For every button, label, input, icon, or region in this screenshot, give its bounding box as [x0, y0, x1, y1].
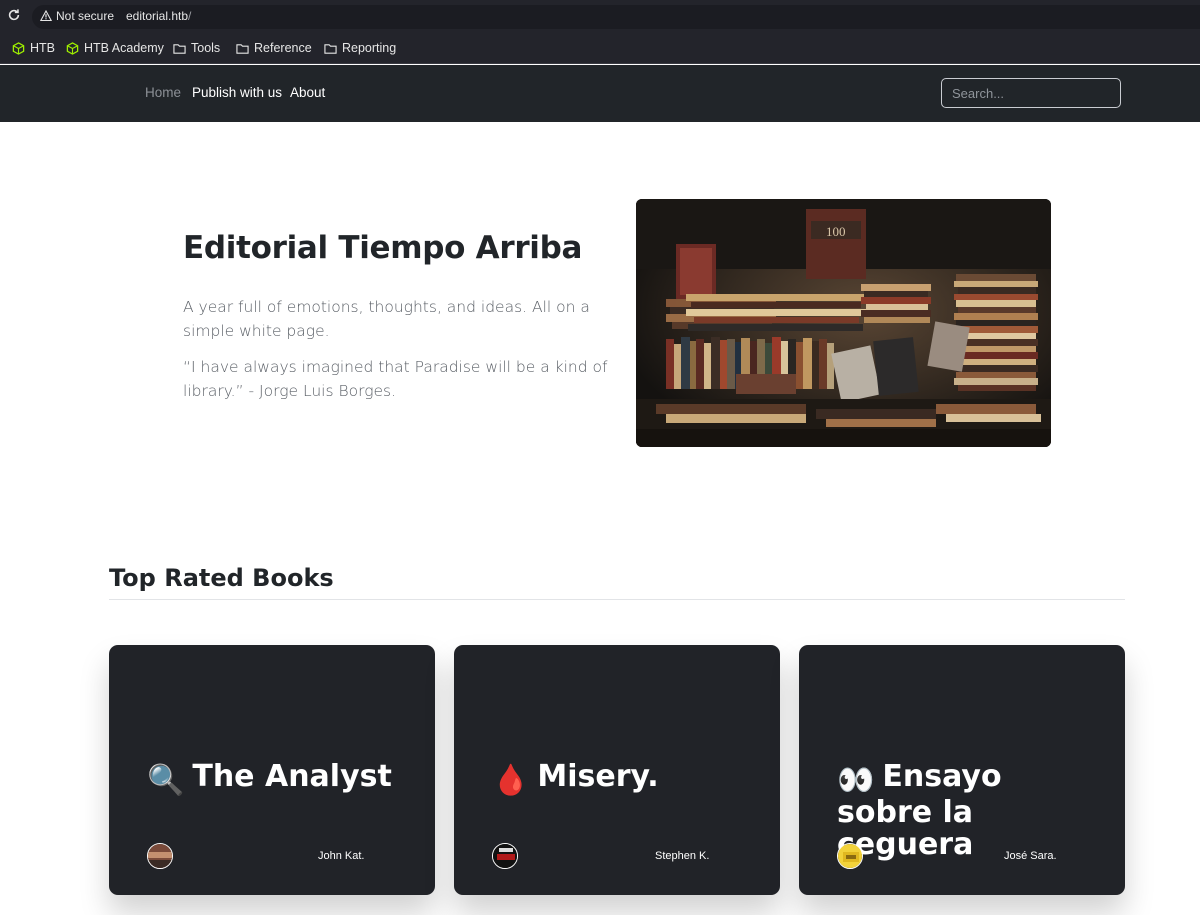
bookmark-htb-academy[interactable]: HTB Academy [66, 40, 164, 56]
security-indicator[interactable]: Not secure [40, 8, 114, 24]
bookmark-tools[interactable]: Tools [173, 40, 220, 56]
section-title: Top Rated Books [109, 564, 334, 592]
nav-link-home[interactable]: Home [145, 85, 181, 101]
avatar [147, 843, 173, 869]
bookmark-reference[interactable]: Reference [236, 40, 312, 56]
book-card-ensayo[interactable]: 👀 Ensayo sobre la ceguera José Sara. [799, 645, 1125, 895]
url-field[interactable] [32, 5, 1200, 29]
folder-icon [324, 43, 337, 54]
bookmark-label: HTB [30, 41, 55, 55]
book-author: José Sara. [1004, 850, 1057, 862]
avatar [837, 843, 863, 869]
folder-icon [236, 43, 249, 54]
image-sign-text: 100 [826, 224, 846, 239]
nav-link-about[interactable]: About [290, 85, 325, 101]
section-divider [109, 599, 1125, 600]
eyes-icon: 👀 [837, 763, 875, 798]
bookmark-label: HTB Academy [84, 41, 164, 55]
book-card-misery[interactable]: 🩸 Misery. Stephen K. [454, 645, 780, 895]
magnifier-icon: 🔍 [147, 763, 185, 798]
nav-link-publish[interactable]: Publish with us [192, 85, 282, 101]
search-input[interactable] [941, 78, 1121, 108]
cube-icon [12, 41, 25, 55]
book-title: 🔍 The Analyst [147, 761, 417, 797]
book-author: Stephen K. [655, 850, 710, 862]
hero-title: Editorial Tiempo Arriba [183, 230, 583, 266]
bookmark-htb[interactable]: HTB [12, 40, 55, 56]
book-title: 👀 Ensayo sobre la ceguera [837, 761, 1107, 861]
cube-icon [66, 41, 79, 55]
book-author: John Kat. [318, 850, 365, 862]
book-title-text: Misery. [537, 759, 659, 794]
url-path: / [188, 9, 192, 23]
hero-image-bookshelf: 100 [636, 199, 1051, 447]
reload-icon[interactable] [6, 8, 22, 24]
book-title: 🩸 Misery. [492, 761, 762, 797]
book-title-text: The Analyst [192, 759, 392, 794]
bookmarks-bar: HTB HTB Academy Tools Reference Reportin… [0, 32, 1200, 64]
warning-icon [40, 10, 52, 22]
blood-drop-icon: 🩸 [492, 763, 530, 798]
avatar [492, 843, 518, 869]
browser-address-bar: Not secure editorial.htb/ [0, 0, 1200, 32]
hero-paragraph-1: A year full of emotions, thoughts, and i… [183, 298, 590, 340]
folder-icon [173, 43, 186, 54]
hero-paragraph-2: “I have always imagined that Paradise wi… [183, 358, 608, 400]
bookmark-label: Tools [191, 41, 221, 55]
security-label: Not secure [56, 9, 115, 23]
url-host: editorial.htb [126, 9, 189, 23]
bookmark-label: Reporting [342, 41, 397, 55]
book-card-the-analyst[interactable]: 🔍 The Analyst John Kat. [109, 645, 435, 895]
url-text[interactable]: editorial.htb/ [126, 8, 191, 24]
bookmark-reporting[interactable]: Reporting [324, 40, 396, 56]
bookmark-label: Reference [254, 41, 312, 55]
